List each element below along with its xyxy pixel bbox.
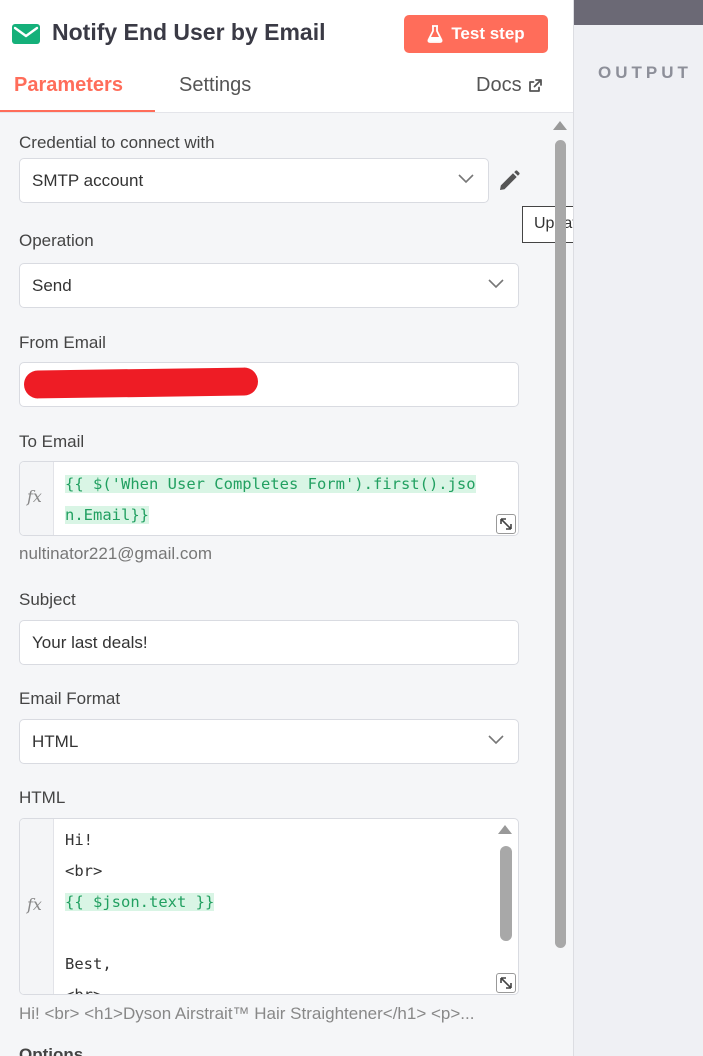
node-parameters-panel: Notify End User by Email Test step Param… [0,0,573,1056]
node-header: Notify End User by Email Test step Param… [0,0,573,113]
expression-line: n.Email}} [65,506,149,524]
test-step-label: Test step [451,24,525,43]
subject-input[interactable]: Your last deals! [19,620,519,665]
tab-settings[interactable]: Settings [179,74,251,97]
email-format-value: HTML [32,732,79,751]
fx-icon: fx [27,487,42,506]
pencil-icon[interactable] [497,169,521,193]
operation-select[interactable]: Send [19,263,519,308]
operation-label: Operation [19,231,94,250]
panel-scrollbar-thumb[interactable] [555,140,566,948]
chevron-down-icon [488,735,504,745]
chevron-down-icon [458,174,474,184]
output-panel: OUTPUT [573,0,703,1056]
credential-select[interactable]: SMTP account [19,158,489,203]
html-code: Hi! <br> {{ $json.text }} Best, <br> [65,825,215,995]
tab-docs[interactable]: Docs [476,74,543,97]
options-label: Options [19,1045,84,1056]
credential-label: Credential to connect with [19,133,215,152]
html-scroll-up-arrow[interactable] [498,825,512,834]
to-email-label: To Email [19,432,85,451]
expression-line: {{ $('When User Completes Form').first()… [65,475,476,493]
expression-line: {{ $json.text }} [65,893,215,911]
to-email-expression: {{ $('When User Completes Form').first()… [65,469,476,531]
fx-icon: fx [27,895,42,914]
html-label: HTML [19,788,66,807]
html-preview: Hi! <br> <h1>Dyson Airstrait™ Hair Strai… [19,1004,475,1023]
credential-value: SMTP account [32,171,144,190]
panel-scroll-up-arrow[interactable] [553,121,567,130]
fx-gutter: fx [20,462,54,535]
fx-gutter: fx [20,819,54,994]
email-format-label: Email Format [19,689,121,708]
flask-icon [427,25,443,43]
subject-value: Your last deals! [32,633,148,652]
subject-label: Subject [19,590,76,609]
output-label: OUTPUT [598,63,692,82]
operation-value: Send [32,276,72,295]
tab-parameters[interactable]: Parameters [14,74,123,97]
email-format-select[interactable]: HTML [19,719,519,764]
node-title[interactable]: Notify End User by Email [52,19,326,46]
redaction-mark [23,367,259,399]
external-link-icon [528,79,542,92]
html-expression-input[interactable]: fx Hi! <br> {{ $json.text }} Best, <br> [19,818,519,995]
expand-icon[interactable] [496,973,516,993]
output-topbar [574,0,703,25]
to-email-expression-input[interactable]: fx {{ $('When User Completes Form').firs… [19,461,519,536]
code-line: Hi! [65,831,93,849]
html-scrollbar-thumb[interactable] [500,846,512,941]
header-divider [0,112,573,113]
test-step-button[interactable]: Test step [404,15,548,53]
expand-icon[interactable] [496,514,516,534]
code-line: Best, [65,955,112,973]
tab-docs-label: Docs [476,74,522,96]
code-line: <br> [65,862,103,880]
from-email-label: From Email [19,333,106,352]
code-line: <br> [65,986,103,995]
chevron-down-icon [488,279,504,289]
envelope-icon [12,24,40,44]
to-email-resolved-value: nultinator221@gmail.com [19,544,213,563]
